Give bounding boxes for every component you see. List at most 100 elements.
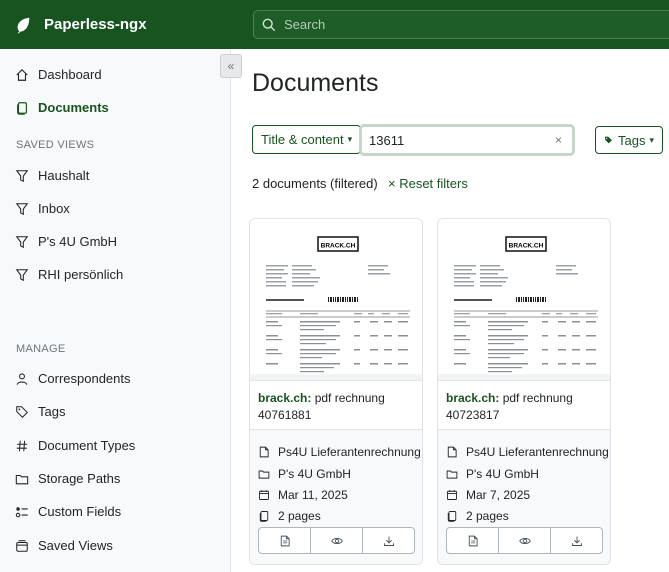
- calendar-icon: [259, 490, 269, 500]
- clear-filter-icon[interactable]: ×: [555, 133, 562, 147]
- document-meta: Ps4U Lieferantenrechnung P's 4U GmbH Mar…: [438, 429, 610, 564]
- document-title[interactable]: brack.ch: pdf rechnung 40723817: [446, 390, 606, 424]
- global-search[interactable]: [253, 10, 669, 39]
- sidebar-item-inbox[interactable]: Inbox: [15, 201, 70, 216]
- svg-text:BRACK.CH: BRACK.CH: [321, 243, 356, 250]
- preview-button[interactable]: [311, 528, 363, 553]
- download-button[interactable]: [363, 528, 414, 553]
- files-icon: [259, 511, 269, 522]
- correspondent-name[interactable]: brack.ch:: [446, 391, 499, 405]
- document-meta: Ps4U Lieferantenrechnung P's 4U GmbH Mar…: [250, 429, 422, 564]
- page-title: Documents: [252, 69, 379, 97]
- sidebar-item-label: Dashboard: [38, 67, 102, 82]
- document-card[interactable]: BRACK.CH: [249, 218, 423, 565]
- page-count: 2 pages: [466, 509, 509, 523]
- sidebar-item-label: Documents: [38, 100, 109, 115]
- sidebar-item-label: Tags: [38, 404, 66, 419]
- sidebar-item-custom-fields[interactable]: Custom Fields: [15, 504, 121, 519]
- funnel-icon: [15, 169, 29, 182]
- caret-down-icon: ▾: [347, 134, 353, 144]
- top-navbar: Paperless-ngx: [0, 0, 669, 49]
- filter-type-dropdown[interactable]: Title & content ▾: [252, 125, 362, 154]
- ui-radios-icon: [15, 506, 28, 517]
- folder-icon: [446, 470, 458, 479]
- tags-filter-dropdown[interactable]: Tags ▾: [595, 126, 663, 154]
- files-icon: [447, 511, 457, 522]
- preview-button[interactable]: [499, 528, 551, 553]
- search-input[interactable]: [284, 17, 584, 32]
- sidebar-item-correspondents[interactable]: Correspondents: [15, 371, 131, 386]
- storage-path-row[interactable]: P's 4U GmbH: [446, 467, 539, 481]
- eye-icon: [518, 537, 531, 544]
- sidebar-item-label: Document Types: [38, 438, 136, 453]
- file-text-icon: [280, 535, 290, 546]
- document-type: Ps4U Lieferantenrechnung: [278, 445, 421, 459]
- document-count: 2 documents (filtered): [252, 176, 378, 191]
- sidebar: [0, 49, 231, 572]
- download-icon: [571, 536, 582, 546]
- document-preview-image: BRACK.CH: [448, 229, 602, 377]
- sidebar-item-haushalt[interactable]: Haushalt: [15, 168, 89, 183]
- manage-section-title: MANAGE: [16, 343, 66, 355]
- storage-path: P's 4U GmbH: [278, 467, 351, 481]
- open-details-button[interactable]: [259, 528, 311, 553]
- document-title[interactable]: brack.ch: pdf rechnung 40761881: [258, 390, 418, 424]
- sidebar-item-document-types[interactable]: Document Types: [15, 438, 135, 453]
- funnel-icon: [15, 202, 29, 215]
- created-date: Mar 7, 2025: [466, 488, 531, 502]
- sidebar-item-label: Correspondents: [38, 371, 131, 386]
- storage-path: P's 4U GmbH: [466, 467, 539, 481]
- file-icon: [259, 446, 269, 458]
- sidebar-item-rhi[interactable]: RHI persönlich: [15, 267, 123, 282]
- collapse-sidebar-button[interactable]: «: [220, 54, 242, 78]
- page-count-row: 2 pages: [258, 509, 321, 523]
- storage-path-row[interactable]: P's 4U GmbH: [258, 467, 351, 481]
- sidebar-item-tags[interactable]: Tags: [15, 404, 65, 419]
- house-icon: [16, 68, 28, 81]
- filter-text-field[interactable]: ×: [359, 124, 575, 156]
- page-count: 2 pages: [278, 509, 321, 523]
- correspondent-name[interactable]: brack.ch:: [258, 391, 311, 405]
- sidebar-item-label: P's 4U GmbH: [38, 234, 118, 249]
- hash-icon: [16, 440, 28, 451]
- calendar-icon: [447, 490, 457, 500]
- sidebar-item-documents[interactable]: Documents: [15, 100, 109, 115]
- caret-down-icon: ▾: [649, 134, 654, 145]
- sidebar-item-dashboard[interactable]: Dashboard: [15, 67, 102, 82]
- leaf-logo-icon: [17, 17, 30, 34]
- file-icon: [447, 446, 457, 458]
- document-thumbnail[interactable]: BRACK.CH: [438, 219, 610, 381]
- sidebar-item-label: Saved Views: [38, 538, 113, 553]
- app-title: Paperless-ngx: [44, 16, 147, 33]
- card-actions: [258, 527, 415, 554]
- brand[interactable]: Paperless-ngx: [0, 16, 240, 34]
- tag-icon: [605, 136, 612, 144]
- filter-text-input[interactable]: [369, 132, 539, 148]
- file-text-icon: [468, 535, 478, 546]
- document-card[interactable]: BRACK.CH: [437, 218, 611, 565]
- sidebar-item-label: Haushalt: [38, 168, 90, 183]
- document-type: Ps4U Lieferantenrechnung: [466, 445, 609, 459]
- created-date: Mar 11, 2025: [278, 488, 348, 502]
- open-details-button[interactable]: [447, 528, 499, 553]
- reset-filters-link[interactable]: × Reset filters: [388, 176, 468, 191]
- sidebar-item-storage-paths[interactable]: Storage Paths: [15, 471, 120, 486]
- folder-icon: [15, 474, 29, 484]
- tags-icon: [16, 405, 28, 418]
- sidebar-item-label: Storage Paths: [38, 471, 121, 486]
- document-thumbnail[interactable]: BRACK.CH: [250, 219, 422, 381]
- funnel-icon: [15, 268, 29, 281]
- sidebar-item-saved-views[interactable]: Saved Views: [15, 538, 113, 553]
- document-type-row[interactable]: Ps4U Lieferantenrechnung: [446, 445, 609, 459]
- filter-type-label: Title & content: [261, 132, 344, 147]
- funnel-icon: [15, 235, 29, 248]
- document-preview-image: BRACK.CH: [260, 229, 414, 377]
- tags-filter-label: Tags: [618, 132, 646, 148]
- document-type-row[interactable]: Ps4U Lieferantenrechnung: [258, 445, 421, 459]
- created-date-row: Mar 7, 2025: [446, 488, 530, 502]
- created-date-row: Mar 11, 2025: [258, 488, 348, 502]
- sidebar-item-label: RHI persönlich: [38, 267, 124, 282]
- download-button[interactable]: [551, 528, 602, 553]
- sidebar-item-ps4u[interactable]: P's 4U GmbH: [15, 234, 117, 249]
- eye-icon: [330, 537, 343, 544]
